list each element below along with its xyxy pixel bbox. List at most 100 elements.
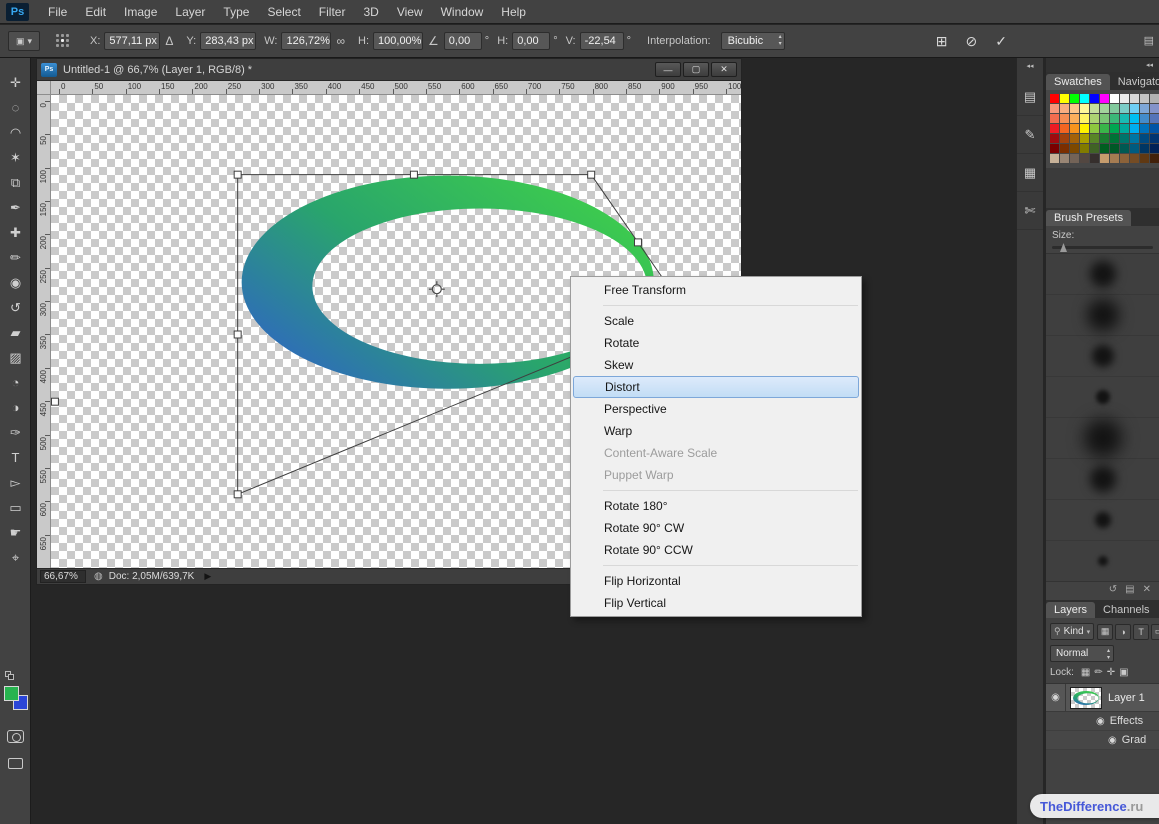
collapse-panels-icon[interactable]: ◂◂ <box>1017 58 1043 78</box>
context-item-free-transform[interactable]: Free Transform <box>571 279 861 301</box>
ruler-horizontal[interactable]: 0501001502002503003504004505005506006507… <box>51 81 741 95</box>
swatch[interactable] <box>1070 104 1079 113</box>
swatch[interactable] <box>1120 144 1129 153</box>
context-item-distort[interactable]: Distort <box>573 376 859 398</box>
swatch[interactable] <box>1080 134 1089 143</box>
menu-image[interactable]: Image <box>115 0 166 24</box>
clone-source-panel-icon[interactable]: ✄ <box>1017 192 1043 230</box>
document-titlebar[interactable]: Ps Untitled-1 @ 66,7% (Layer 1, RGB/8) *… <box>37 59 741 81</box>
menu-help[interactable]: Help <box>492 0 535 24</box>
swatch[interactable] <box>1130 134 1139 143</box>
context-item-scale[interactable]: Scale <box>571 310 861 332</box>
swatch[interactable] <box>1050 124 1059 133</box>
swatch[interactable] <box>1060 144 1069 153</box>
quick-selection-tool[interactable]: ✶ <box>0 145 31 170</box>
layer-name[interactable]: Layer 1 <box>1108 692 1145 704</box>
y-position-input[interactable]: 283,43 px <box>200 32 256 50</box>
interpolation-select[interactable]: Bicubic ▴▾ <box>721 32 785 50</box>
swatch[interactable] <box>1080 154 1089 163</box>
swatch[interactable] <box>1070 154 1079 163</box>
brush-preset[interactable] <box>1046 500 1159 541</box>
swatch[interactable] <box>1110 124 1119 133</box>
swatch[interactable] <box>1110 94 1119 103</box>
minimize-button[interactable]: — <box>655 62 681 77</box>
menu-layer[interactable]: Layer <box>166 0 214 24</box>
menu-type[interactable]: Type <box>214 0 258 24</box>
new-brush-icon[interactable]: ▤ <box>1125 584 1134 595</box>
context-item-skew[interactable]: Skew <box>571 354 861 376</box>
menu-filter[interactable]: Filter <box>310 0 355 24</box>
switch-free-transform-warp-icon[interactable]: ⊞ <box>936 33 948 50</box>
swatch[interactable] <box>1050 144 1059 153</box>
adjustments-panel-icon[interactable]: ▦ <box>1017 154 1043 192</box>
brush-stroke-preview-icon[interactable]: ↺ <box>1109 584 1117 595</box>
crop-tool[interactable]: ⧉ <box>0 170 31 195</box>
swatch[interactable] <box>1070 114 1079 123</box>
lasso-tool[interactable]: ◠ <box>0 120 31 145</box>
swatch[interactable] <box>1050 104 1059 113</box>
brush-tool[interactable]: ✏ <box>0 245 31 270</box>
swatch[interactable] <box>1150 94 1159 103</box>
filter-pixel-layers-icon[interactable]: ▦ <box>1097 624 1113 640</box>
blend-mode-select[interactable]: Normal ▴▾ <box>1050 645 1114 662</box>
swatch[interactable] <box>1090 114 1099 123</box>
clone-stamp-tool[interactable]: ◉ <box>0 270 31 295</box>
swatch[interactable] <box>1070 124 1079 133</box>
filter-type-layers-icon[interactable]: T <box>1133 624 1149 640</box>
cancel-transform-icon[interactable]: ⊘ <box>966 33 978 50</box>
tab-channels[interactable]: Channels <box>1095 602 1157 618</box>
properties-panel-icon[interactable]: ✎ <box>1017 116 1043 154</box>
context-item-flip-horizontal[interactable]: Flip Horizontal <box>571 570 861 592</box>
brush-preset[interactable] <box>1046 418 1159 459</box>
swatch[interactable] <box>1130 114 1139 123</box>
filter-adjustment-layers-icon[interactable]: ◑ <box>1115 624 1131 640</box>
type-tool[interactable]: T <box>0 445 31 470</box>
context-item-warp[interactable]: Warp <box>571 420 861 442</box>
transform-handle[interactable] <box>234 491 241 498</box>
tab-swatches[interactable]: Swatches <box>1046 74 1110 90</box>
swatch[interactable] <box>1060 154 1069 163</box>
eye-icon[interactable]: ◉ <box>1108 735 1117 746</box>
swatch[interactable] <box>1150 134 1159 143</box>
swatch[interactable] <box>1070 134 1079 143</box>
context-item-rotate-90-ccw[interactable]: Rotate 90° CCW <box>571 539 861 561</box>
swatch[interactable] <box>1080 114 1089 123</box>
context-item-flip-vertical[interactable]: Flip Vertical <box>571 592 861 614</box>
default-colors-icon[interactable] <box>5 671 15 681</box>
history-brush-tool[interactable]: ↺ <box>0 295 31 320</box>
path-selection-tool[interactable]: ▻ <box>0 470 31 495</box>
effects-row[interactable]: ◉ Effects <box>1046 712 1159 731</box>
brush-preset[interactable] <box>1046 541 1159 581</box>
layer-filter-kind-select[interactable]: ⚲ Kind ▾ <box>1050 623 1094 640</box>
context-item-rotate-90-cw[interactable]: Rotate 90° CW <box>571 517 861 539</box>
swatch[interactable] <box>1130 144 1139 153</box>
gradient-overlay-row[interactable]: ◉ Grad <box>1046 731 1159 750</box>
swatch[interactable] <box>1060 134 1069 143</box>
eye-icon[interactable]: ◉ <box>1096 716 1105 727</box>
swatch[interactable] <box>1140 104 1149 113</box>
eraser-tool[interactable]: ▰ <box>0 320 31 345</box>
swatch[interactable] <box>1070 94 1079 103</box>
swatch[interactable] <box>1090 144 1099 153</box>
brush-preset[interactable] <box>1046 336 1159 377</box>
brush-preset[interactable] <box>1046 254 1159 295</box>
history-panel-icon[interactable]: ▤ <box>1017 78 1043 116</box>
link-dimensions-icon[interactable]: ∞ <box>336 34 345 48</box>
lock-pixels-icon[interactable]: ✏ <box>1094 667 1102 678</box>
height-scale-input[interactable]: 100,00% <box>373 32 423 50</box>
brush-size-slider[interactable] <box>1052 246 1153 249</box>
swatch[interactable] <box>1140 94 1149 103</box>
swatch[interactable] <box>1090 134 1099 143</box>
swatch[interactable] <box>1100 154 1109 163</box>
brush-preset[interactable] <box>1046 295 1159 336</box>
layer-row[interactable]: ◉ <box>1046 684 1159 712</box>
tab-brush-presets[interactable]: Brush Presets <box>1046 210 1131 226</box>
delete-brush-icon[interactable]: ✕ <box>1143 584 1151 595</box>
swatch[interactable] <box>1100 144 1109 153</box>
swatch[interactable] <box>1050 114 1059 123</box>
tool-preset-picker[interactable]: ▣ ▾ <box>8 31 40 51</box>
ruler-vertical[interactable]: 050100150200250300350400450500550600650 <box>37 95 51 568</box>
blur-tool[interactable]: ◔ <box>0 370 31 395</box>
swatch[interactable] <box>1130 94 1139 103</box>
dodge-tool[interactable]: ◑ <box>0 395 31 420</box>
